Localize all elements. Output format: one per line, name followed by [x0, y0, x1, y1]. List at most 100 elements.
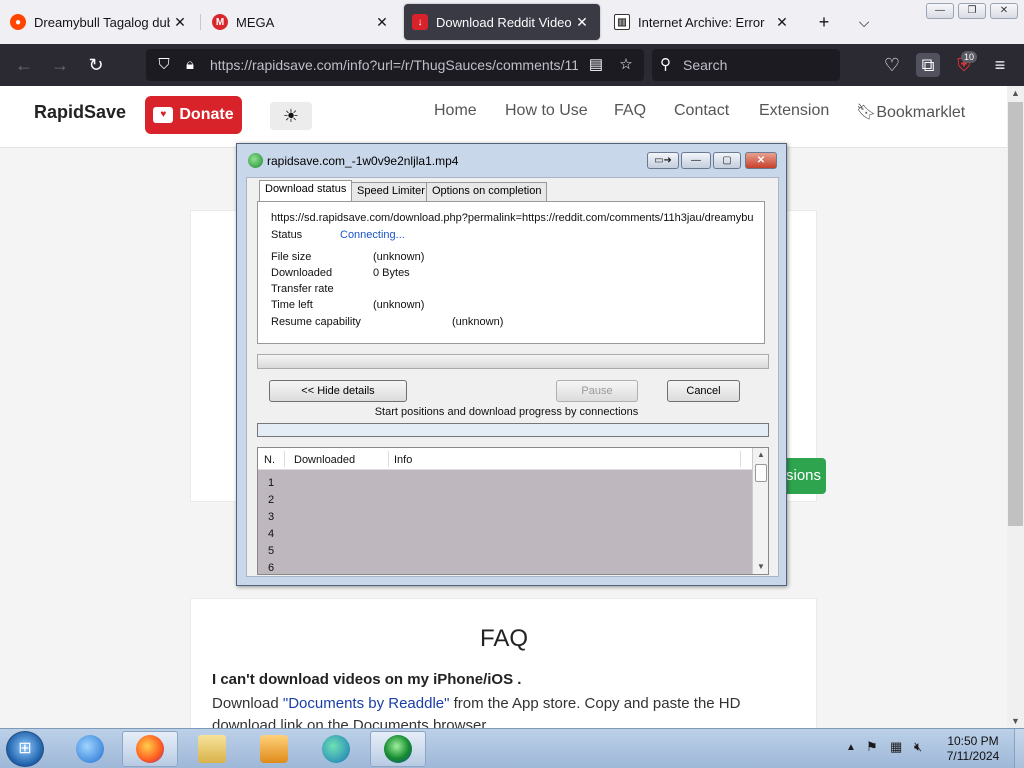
scroll-down-icon[interactable]: ▼	[753, 560, 768, 574]
mega-icon: M	[212, 14, 228, 30]
close-icon[interactable]: ✕	[572, 14, 592, 31]
taskbar-idm[interactable]	[370, 731, 426, 767]
download-dialog: rapidsave.com_-1w0v9e2nljla1.mp4 ▭➜ — ▢ …	[236, 143, 787, 586]
taskbar: ⊞ ▲ ⚑ ▦ 🔇︎ 10:50 PM 7/11/2024	[0, 728, 1024, 768]
dialog-close-button[interactable]: ✕	[745, 152, 777, 169]
pause-button[interactable]: Pause	[556, 380, 638, 402]
tab-mega[interactable]: M MEGA ✕	[204, 4, 400, 40]
start-button-windows-icon[interactable]: ⊞	[6, 731, 44, 767]
nav-how-to-use[interactable]: How to Use	[505, 102, 588, 120]
close-window-button[interactable]: ✕	[990, 3, 1018, 19]
nav-extension[interactable]: Extension	[759, 102, 829, 120]
taskbar-media-player[interactable]	[246, 731, 302, 767]
donate-button[interactable]: ♥ Donate	[145, 96, 242, 134]
connections-list[interactable]: N. Downloaded Info 1 2 3 4 5 6 ▲ ▼	[257, 447, 769, 575]
back-button[interactable]: ←	[12, 53, 36, 77]
taskbar-edge[interactable]	[308, 731, 364, 767]
tab-rapidsave[interactable]: ↓ Download Reddit Videos w ✕	[404, 4, 600, 40]
tab-options-on-completion[interactable]: Options on completion	[426, 182, 548, 201]
system-clock[interactable]: 10:50 PM 7/11/2024	[940, 734, 1006, 764]
list-item[interactable]: 1	[268, 477, 274, 489]
taskbar-file-explorer[interactable]	[184, 731, 240, 767]
page-scrollbar[interactable]: ▲ ▼	[1007, 86, 1024, 728]
list-scroll-thumb[interactable]	[755, 464, 767, 482]
url-text[interactable]: https://rapidsave.com/info?url=/r/ThugSa…	[210, 57, 578, 73]
list-item[interactable]: 4	[268, 528, 274, 540]
network-icon[interactable]: ▦	[890, 739, 902, 755]
show-desktop-button[interactable]	[1014, 729, 1024, 768]
column-info[interactable]: Info	[394, 454, 412, 466]
extension-badge: 10	[961, 51, 978, 63]
faq-card: FAQ I can't download videos on my iPhone…	[190, 598, 817, 728]
site-brand[interactable]: RapidSave	[34, 102, 126, 123]
address-bar[interactable]: ⛉ 🔒︎ https://rapidsave.com/info?url=/r/T…	[146, 49, 644, 81]
move-to-tray-button[interactable]: ▭➜	[647, 152, 679, 169]
close-icon[interactable]: ✕	[372, 14, 392, 31]
search-bar[interactable]: ⚲ Search	[652, 49, 840, 81]
close-icon[interactable]: ✕	[170, 14, 190, 31]
reload-button[interactable]: ↻	[84, 53, 108, 77]
menu-icon[interactable]: ≡	[988, 53, 1012, 77]
time-left-value: (unknown)	[373, 299, 425, 311]
column-divider	[388, 451, 389, 467]
coffee-cup-icon: ♥	[153, 107, 174, 123]
list-header: N. Downloaded Info	[258, 448, 752, 470]
nav-contact[interactable]: Contact	[674, 102, 729, 120]
column-divider	[740, 451, 741, 467]
nav-faq[interactable]: FAQ	[614, 102, 646, 120]
action-center-flag-icon[interactable]: ⚑	[866, 739, 878, 755]
scroll-thumb[interactable]	[1008, 102, 1023, 526]
column-downloaded[interactable]: Downloaded	[294, 454, 355, 466]
extensions-icon[interactable]: ⧉	[916, 53, 940, 77]
scroll-up-icon[interactable]: ▲	[1007, 86, 1024, 100]
status-value: Connecting...	[340, 229, 405, 241]
dialog-minimize-button[interactable]: —	[681, 152, 711, 169]
tab-speed-limiter[interactable]: Speed Limiter	[351, 182, 431, 201]
reader-view-icon[interactable]: ▤	[586, 55, 606, 75]
download-status-panel: https://sd.rapidsave.com/download.php?pe…	[257, 201, 765, 344]
theme-toggle-sun-icon[interactable]: ☀	[270, 102, 312, 130]
idm-icon	[248, 153, 263, 168]
close-icon[interactable]: ✕	[772, 14, 792, 31]
restore-button[interactable]: ❐	[958, 3, 986, 19]
scroll-up-icon[interactable]: ▲	[753, 448, 768, 462]
list-scrollbar[interactable]: ▲ ▼	[752, 448, 768, 574]
lock-icon[interactable]: 🔒︎	[180, 55, 200, 75]
archive-icon: ▥	[614, 14, 630, 30]
bookmark-star-icon[interactable]: ☆	[616, 55, 636, 75]
status-label: Status	[271, 229, 303, 241]
clock-time: 10:50 PM	[947, 734, 999, 748]
pocket-icon[interactable]: ♡	[880, 53, 904, 77]
nav-home[interactable]: Home	[434, 102, 477, 120]
faq-title: FAQ	[479, 625, 528, 652]
list-item[interactable]: 3	[268, 511, 274, 523]
column-number[interactable]: N.	[264, 454, 275, 466]
connections-caption: Start positions and download progress by…	[374, 406, 639, 418]
tab-title: Download Reddit Videos w	[436, 14, 572, 30]
taskbar-firefox[interactable]	[122, 731, 178, 767]
list-item[interactable]: 6	[268, 562, 274, 574]
list-item[interactable]: 5	[268, 545, 274, 557]
nav-bookmarklet[interactable]: 🔖︎Bookmarklet	[856, 102, 965, 122]
new-tab-button[interactable]: +	[812, 10, 836, 34]
tab-internet-archive[interactable]: ▥ Internet Archive: Error ✕	[606, 4, 800, 40]
taskbar-internet-explorer[interactable]	[62, 731, 118, 767]
forward-button[interactable]: →	[48, 53, 72, 77]
hide-details-button[interactable]: << Hide details	[269, 380, 407, 402]
tab-download-status[interactable]: Download status	[259, 180, 353, 201]
shield-icon[interactable]: ⛉	[154, 55, 174, 75]
site-header: RapidSave ♥ Donate ☀ Home How to Use FAQ…	[0, 86, 1007, 148]
documents-by-readdle-link[interactable]: "Documents by Readdle"	[283, 695, 450, 712]
cancel-button[interactable]: Cancel	[667, 380, 740, 402]
scroll-down-icon[interactable]: ▼	[1007, 714, 1024, 728]
connections-progress-bar	[257, 423, 769, 437]
show-hidden-icons-chevron-icon[interactable]: ▲	[846, 742, 856, 753]
dialog-maximize-button[interactable]: ▢	[713, 152, 741, 169]
tab-title: Dreamybull Tagalog dub :	[34, 14, 170, 30]
volume-muted-icon[interactable]: 🔇︎	[914, 739, 922, 755]
dialog-title: rapidsave.com_-1w0v9e2nljla1.mp4	[267, 154, 459, 168]
tab-dreamybull[interactable]: ● Dreamybull Tagalog dub : ✕	[2, 4, 198, 40]
list-all-tabs-button[interactable]: ⌵	[852, 10, 876, 34]
list-item[interactable]: 2	[268, 494, 274, 506]
minimize-button[interactable]: —	[926, 3, 954, 19]
